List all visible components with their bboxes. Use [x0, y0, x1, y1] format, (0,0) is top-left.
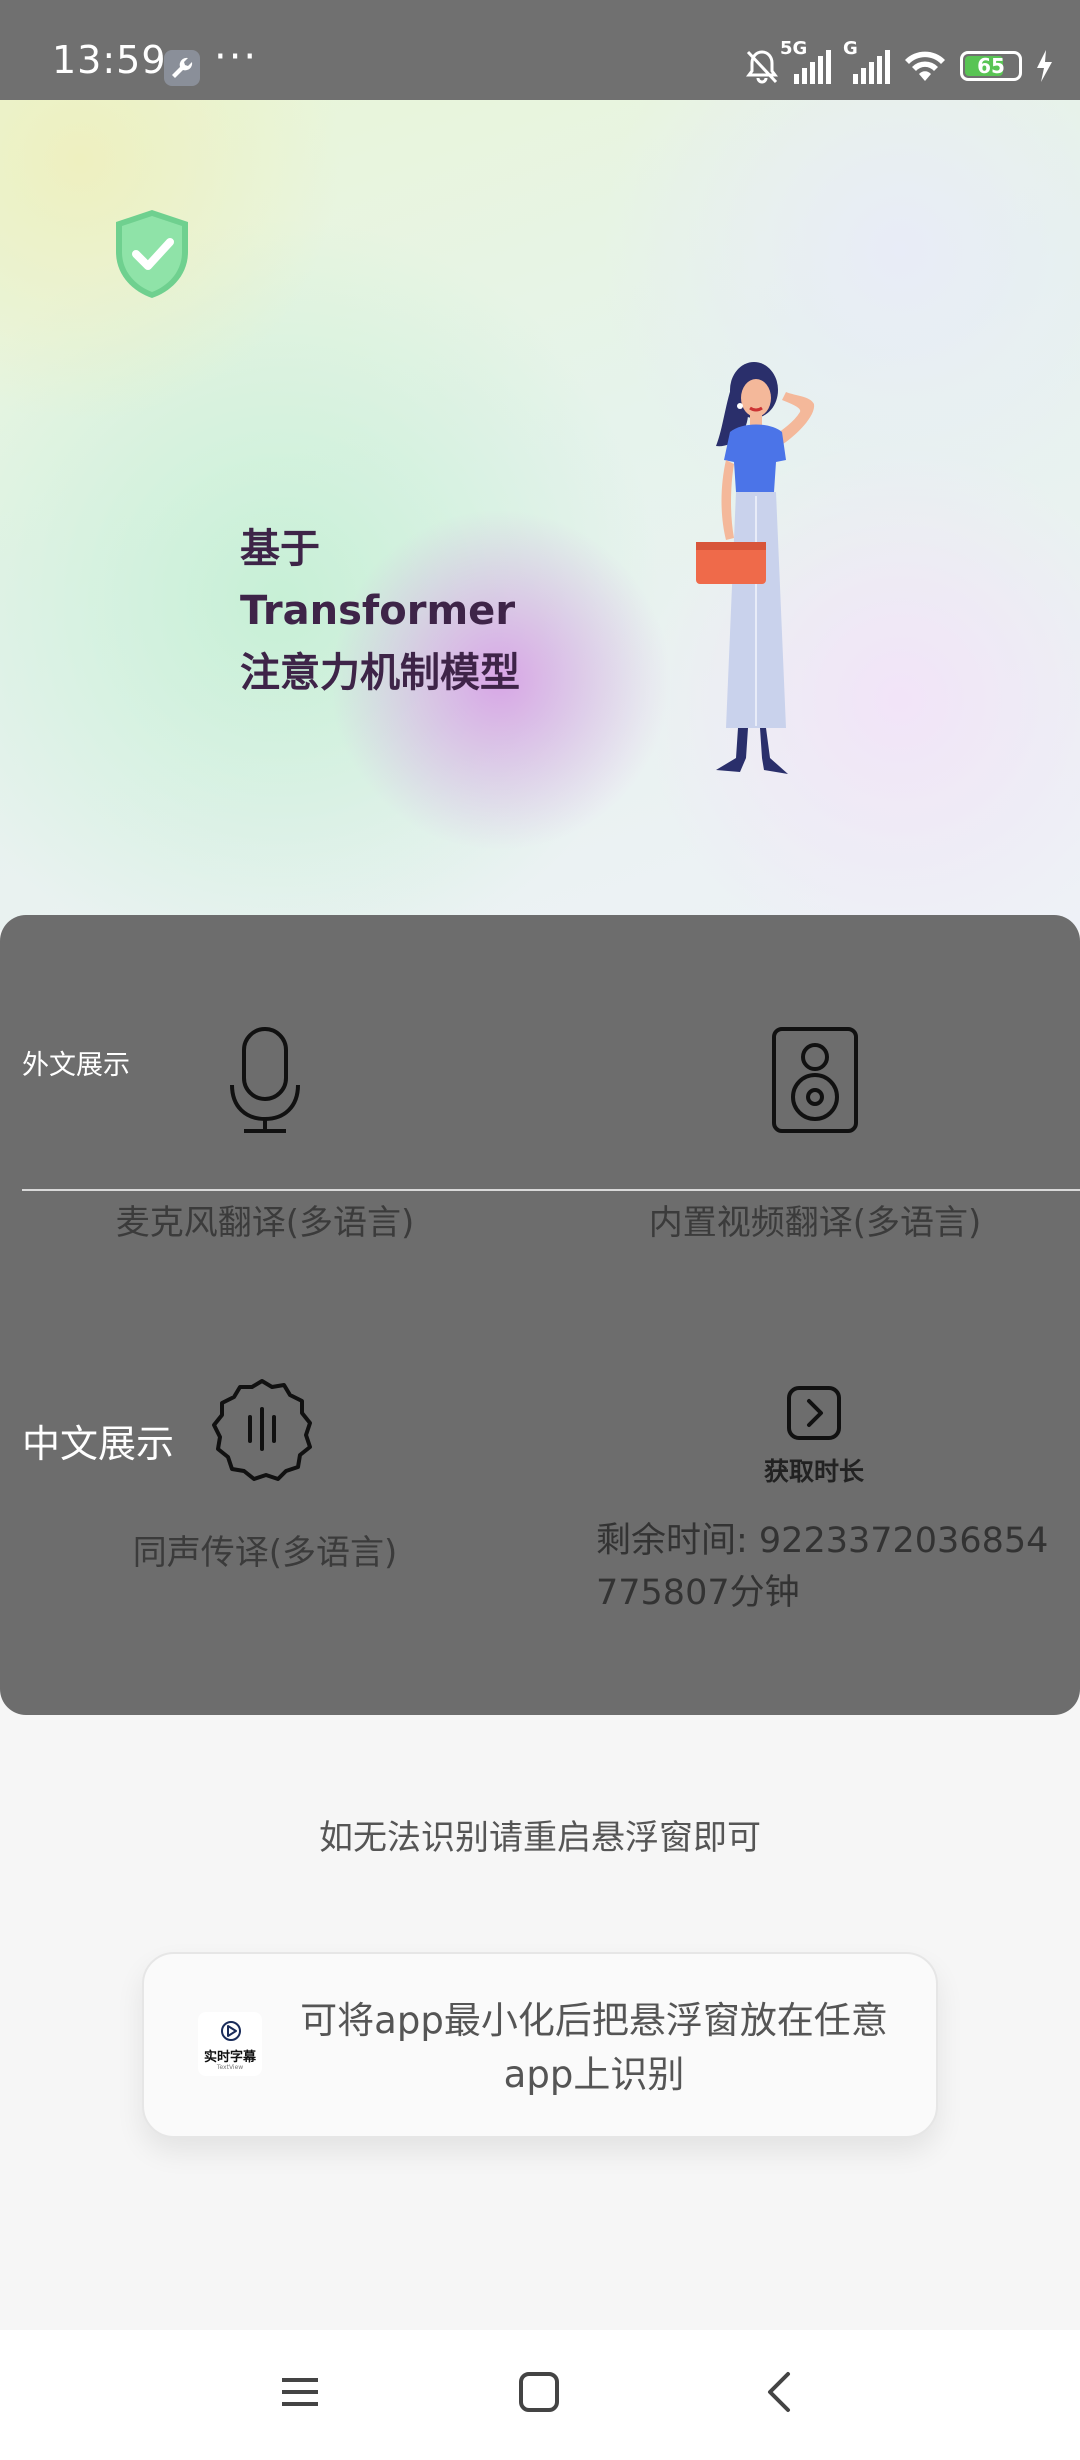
microphone-icon[interactable]	[224, 1025, 306, 1135]
speaker-icon[interactable]	[770, 1025, 860, 1135]
network-type-2: G	[843, 38, 858, 59]
headline-line-1: 基于	[240, 526, 320, 572]
battery-icon: 65	[960, 51, 1022, 81]
mic-translate-button[interactable]: 麦克风翻译(多语言)	[60, 1195, 470, 1244]
network-type-1: 5G	[780, 38, 808, 59]
divider	[22, 1189, 1080, 1191]
remaining-time-text: 剩余时间: 9223372036854775807分钟	[596, 1521, 1049, 1613]
battery-level: 65	[977, 54, 1005, 78]
wifi-icon	[905, 51, 945, 81]
status-bar: 13:59 ··· 5G G 65	[0, 0, 1080, 100]
tip-card: 实时字幕 TextView 可将app最小化后把悬浮窗放在任意app上识别	[142, 1952, 938, 2138]
hero-headline: 基于 Transformer 注意力机制模型	[240, 518, 520, 704]
tip-text: 可将app最小化后把悬浮窗放在任意app上识别	[300, 1999, 888, 2096]
navigation-bar	[0, 2330, 1080, 2460]
get-duration-button[interactable]: 获取时长	[754, 1385, 874, 1505]
more-dots-icon: ···	[214, 34, 259, 80]
foreign-display-label[interactable]: 外文展示	[22, 1043, 130, 1082]
status-time: 13:59	[52, 38, 167, 82]
simul-translate-button[interactable]: 同声传译(多语言)	[80, 1525, 450, 1574]
home-icon[interactable]	[518, 2370, 560, 2414]
shield-check-icon	[116, 210, 188, 298]
sound-wave-badge-icon[interactable]	[210, 1377, 314, 1481]
hero-banner: 基于 Transformer 注意力机制模型	[0, 100, 1080, 930]
play-circle-icon	[221, 2021, 241, 2041]
app-logo-name: 实时字幕	[203, 2050, 256, 2065]
status-icons: 5G G 65	[742, 38, 1054, 88]
signal-icon: 5G	[780, 38, 831, 84]
signal-icon: G	[843, 38, 890, 84]
wrench-icon	[164, 50, 200, 86]
headline-line-3: 注意力机制模型	[240, 650, 520, 696]
headline-line-2: Transformer	[240, 588, 516, 634]
chevron-right-box-icon	[787, 1386, 841, 1440]
video-translate-button[interactable]: 内置视频翻译(多语言)	[600, 1195, 1030, 1244]
charging-icon	[1037, 50, 1052, 82]
menu-icon[interactable]	[280, 2370, 320, 2414]
restart-hint: 如无法识别请重启悬浮窗即可	[319, 1818, 761, 1858]
mute-bell-icon	[746, 50, 778, 84]
get-duration-label: 获取时长	[763, 1457, 864, 1486]
back-icon[interactable]	[760, 2370, 800, 2414]
app-logo-subtitle: TextView	[216, 2064, 244, 2071]
woman-illustration	[696, 362, 815, 774]
features-panel: 外文展示 麦克风翻译(多语言) 内置视频翻译(多语言) 中文展示 同声传译(多语…	[0, 915, 1080, 1715]
chinese-display-label[interactable]: 中文展示	[22, 1413, 174, 1468]
app-logo: 实时字幕 TextView	[198, 2012, 262, 2076]
